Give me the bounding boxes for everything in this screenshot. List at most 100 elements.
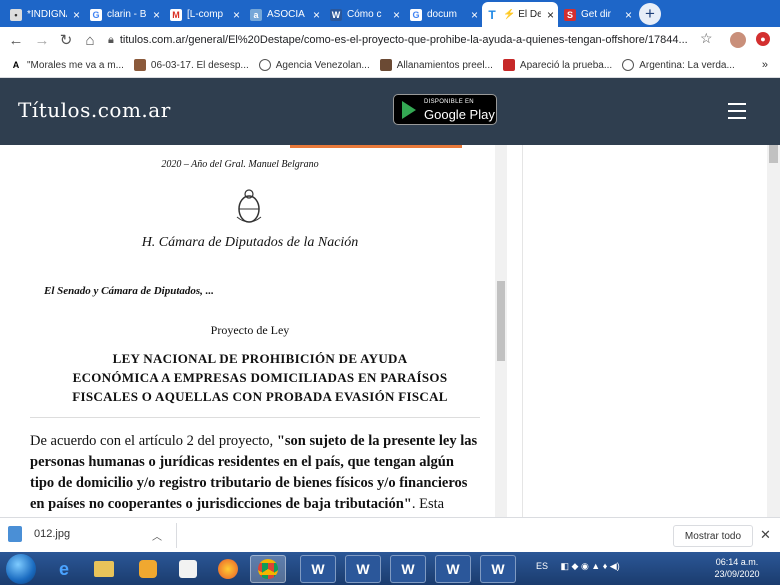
close-icon[interactable]: × xyxy=(233,8,240,22)
bookmark-item[interactable]: Apareció la prueba... xyxy=(502,59,613,71)
bookmark-item[interactable]: 06-03-17. El desesp... xyxy=(133,59,249,71)
new-tab-button[interactable]: + xyxy=(639,3,661,25)
site-logo[interactable]: Títulos.com.ar xyxy=(18,98,171,122)
forward-button[interactable]: → xyxy=(32,30,52,50)
close-icon[interactable]: × xyxy=(471,8,478,22)
home-button[interactable]: ⌂ xyxy=(80,30,100,50)
tab-1[interactable]: • *INDIGNA × xyxy=(6,2,84,27)
site-icon: a xyxy=(250,8,262,21)
tab-6[interactable]: G docum × xyxy=(406,2,482,27)
close-icon[interactable]: × xyxy=(313,8,320,22)
firefox-icon[interactable] xyxy=(210,555,246,583)
play-icon xyxy=(402,101,416,119)
article-scrollbar[interactable] xyxy=(495,145,507,517)
close-icon[interactable]: × xyxy=(547,8,554,22)
tab-3[interactable]: M [L-comp × xyxy=(166,2,244,27)
close-icon[interactable]: ✕ xyxy=(760,527,771,543)
download-item[interactable]: 012.jpg xyxy=(8,526,70,542)
chevron-up-icon[interactable]: ︿ xyxy=(152,528,162,543)
globe-icon xyxy=(622,59,635,71)
word-icon: W xyxy=(330,8,342,21)
column-divider xyxy=(522,145,523,517)
bookmark-item[interactable]: Argentina: La verda... xyxy=(622,59,735,71)
scrollbar-thumb[interactable] xyxy=(769,145,778,163)
document-image: 2020 – Año del Gral. Manuel Belgrano H. … xyxy=(30,153,480,418)
word-icon[interactable]: W xyxy=(390,555,426,583)
page-scrollbar[interactable] xyxy=(767,145,780,517)
gplay-small-text: DISPONIBLE EN xyxy=(424,99,474,105)
bookmark-label: Argentina: La verda... xyxy=(639,59,735,71)
tab-label: docum xyxy=(427,9,458,20)
word-icon[interactable]: W xyxy=(435,555,471,583)
bookmark-label: 06-03-17. El desesp... xyxy=(150,59,249,71)
clock-time: 06:14 a.m. xyxy=(715,557,759,567)
tab-label: ASOCIA xyxy=(267,9,305,20)
doc-law-title: LEY NACIONAL DE PROHIBICIÓN DE AYUDA ECO… xyxy=(30,349,490,406)
clock[interactable]: 06:14 a.m. 23/09/2020 xyxy=(712,556,762,580)
lock-icon: 🔒︎ xyxy=(108,33,114,46)
paragraph-intro: De acuerdo con el artículo 2 del proyect… xyxy=(30,433,277,449)
app-icon[interactable] xyxy=(130,555,166,583)
tab-label: clarin - Bu xyxy=(107,9,147,20)
gmail-icon: M xyxy=(170,8,182,21)
download-filename: 012.jpg xyxy=(34,528,71,540)
tab-8[interactable]: S Get dir × xyxy=(560,2,636,27)
word-icon[interactable]: W xyxy=(480,555,516,583)
law-title-line: FISCALES O AQUELLAS CON PROBADA EVASIÓN … xyxy=(72,389,448,404)
extension-icon[interactable]: ● xyxy=(756,32,770,46)
bookmarks-bar: A "Morales me va a m... 06-03-17. El des… xyxy=(0,53,780,78)
law-title-line: ECONÓMICA A EMPRESAS DOMICILIADAS EN PAR… xyxy=(72,370,448,385)
tray-icons[interactable]: ◧ ◆ ◉ ▲ ♦ ◀) xyxy=(561,561,620,571)
accent-strip xyxy=(290,145,462,148)
language-indicator[interactable]: ES xyxy=(536,561,548,571)
clock-date: 23/09/2020 xyxy=(714,569,760,579)
flag-icon xyxy=(502,59,515,71)
start-button[interactable] xyxy=(6,554,36,584)
bookmark-item[interactable]: Agencia Venezolan... xyxy=(258,59,370,71)
site-header: Títulos.com.ar DISPONIBLE EN Google Play xyxy=(0,78,780,145)
page-content: 2020 – Año del Gral. Manuel Belgrano H. … xyxy=(0,145,780,517)
word-icon[interactable]: W xyxy=(345,555,381,583)
bookmark-label: Apareció la prueba... xyxy=(519,59,613,71)
ie-icon[interactable]: e xyxy=(46,555,82,583)
tab-5[interactable]: W Cómo c × xyxy=(326,2,404,27)
hamburger-menu-icon[interactable] xyxy=(728,103,746,119)
bookmarks-more-icon[interactable]: » xyxy=(762,59,768,71)
bookmark-item[interactable]: Allanamientos preel... xyxy=(379,59,493,71)
bookmark-label: Agencia Venezolan... xyxy=(275,59,370,71)
tab-4[interactable]: a ASOCIA × xyxy=(246,2,324,27)
back-button[interactable]: ← xyxy=(6,30,26,50)
tab-label: [L-comp xyxy=(187,9,224,20)
a-icon: A xyxy=(12,60,20,70)
bookmark-label: "Morales me va a m... xyxy=(27,59,124,71)
google-play-badge[interactable]: DISPONIBLE EN Google Play xyxy=(393,94,497,125)
bookmark-label: Allanamientos preel... xyxy=(396,59,493,71)
media-player-icon[interactable] xyxy=(170,555,206,583)
tab-label: *INDIGNA xyxy=(27,9,67,20)
url-text: titulos.com.ar/general/El%20Destape/como… xyxy=(119,34,688,46)
bookmark-star-icon[interactable]: ☆ xyxy=(700,30,713,47)
close-icon[interactable]: × xyxy=(73,8,80,22)
chrome-icon[interactable] xyxy=(250,555,286,583)
show-all-button[interactable]: Mostrar todo xyxy=(673,525,753,547)
profile-avatar[interactable] xyxy=(730,32,746,48)
tab-label: ⚡ El De xyxy=(503,9,541,20)
close-icon[interactable]: × xyxy=(153,8,160,22)
article-column: 2020 – Año del Gral. Manuel Belgrano H. … xyxy=(0,145,495,517)
doc-year-line: 2020 – Año del Gral. Manuel Belgrano xyxy=(161,159,319,170)
ipn-icon: • xyxy=(10,8,22,21)
address-bar[interactable]: 🔒︎ titulos.com.ar/general/El%20Destape/c… xyxy=(108,29,720,51)
reload-button[interactable]: ↻ xyxy=(56,30,76,50)
bookmark-item[interactable]: A "Morales me va a m... xyxy=(10,59,124,71)
divider xyxy=(176,523,177,548)
close-icon[interactable]: × xyxy=(625,8,632,22)
word-icon[interactable]: W xyxy=(300,555,336,583)
folder-icon[interactable] xyxy=(86,555,122,583)
scrollbar-thumb[interactable] xyxy=(497,281,505,361)
doc-senado: El Senado y Cámara de Diputados, ... xyxy=(44,285,214,297)
tab-2[interactable]: G clarin - Bu × xyxy=(86,2,164,27)
nav-bar: ← → ↻ ⌂ 🔒︎ titulos.com.ar/general/El%20D… xyxy=(0,27,780,53)
download-bar: 012.jpg ︿ Mostrar todo ✕ xyxy=(0,517,780,552)
tab-7[interactable]: T ⚡ El De × xyxy=(482,2,558,27)
close-icon[interactable]: × xyxy=(393,8,400,22)
